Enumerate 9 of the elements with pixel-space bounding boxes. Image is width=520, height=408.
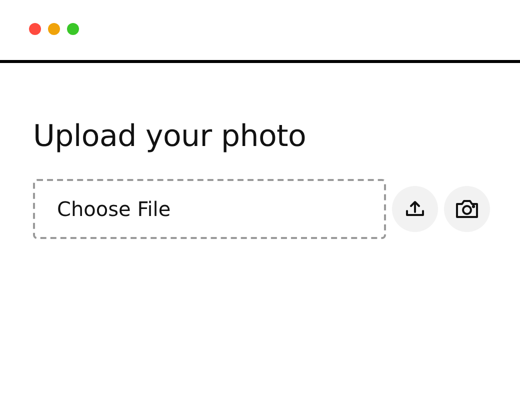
window-control[interactable] [29,22,41,34]
upload-button[interactable] [392,186,438,232]
upload-icon [405,200,425,218]
window-control[interactable] [67,22,79,34]
page-title: Upload your photo [33,118,308,156]
choose-file-button[interactable]: Choose File [33,179,386,239]
camera-icon [455,199,479,219]
camera-button[interactable] [444,186,490,232]
window-control[interactable] [48,22,60,34]
